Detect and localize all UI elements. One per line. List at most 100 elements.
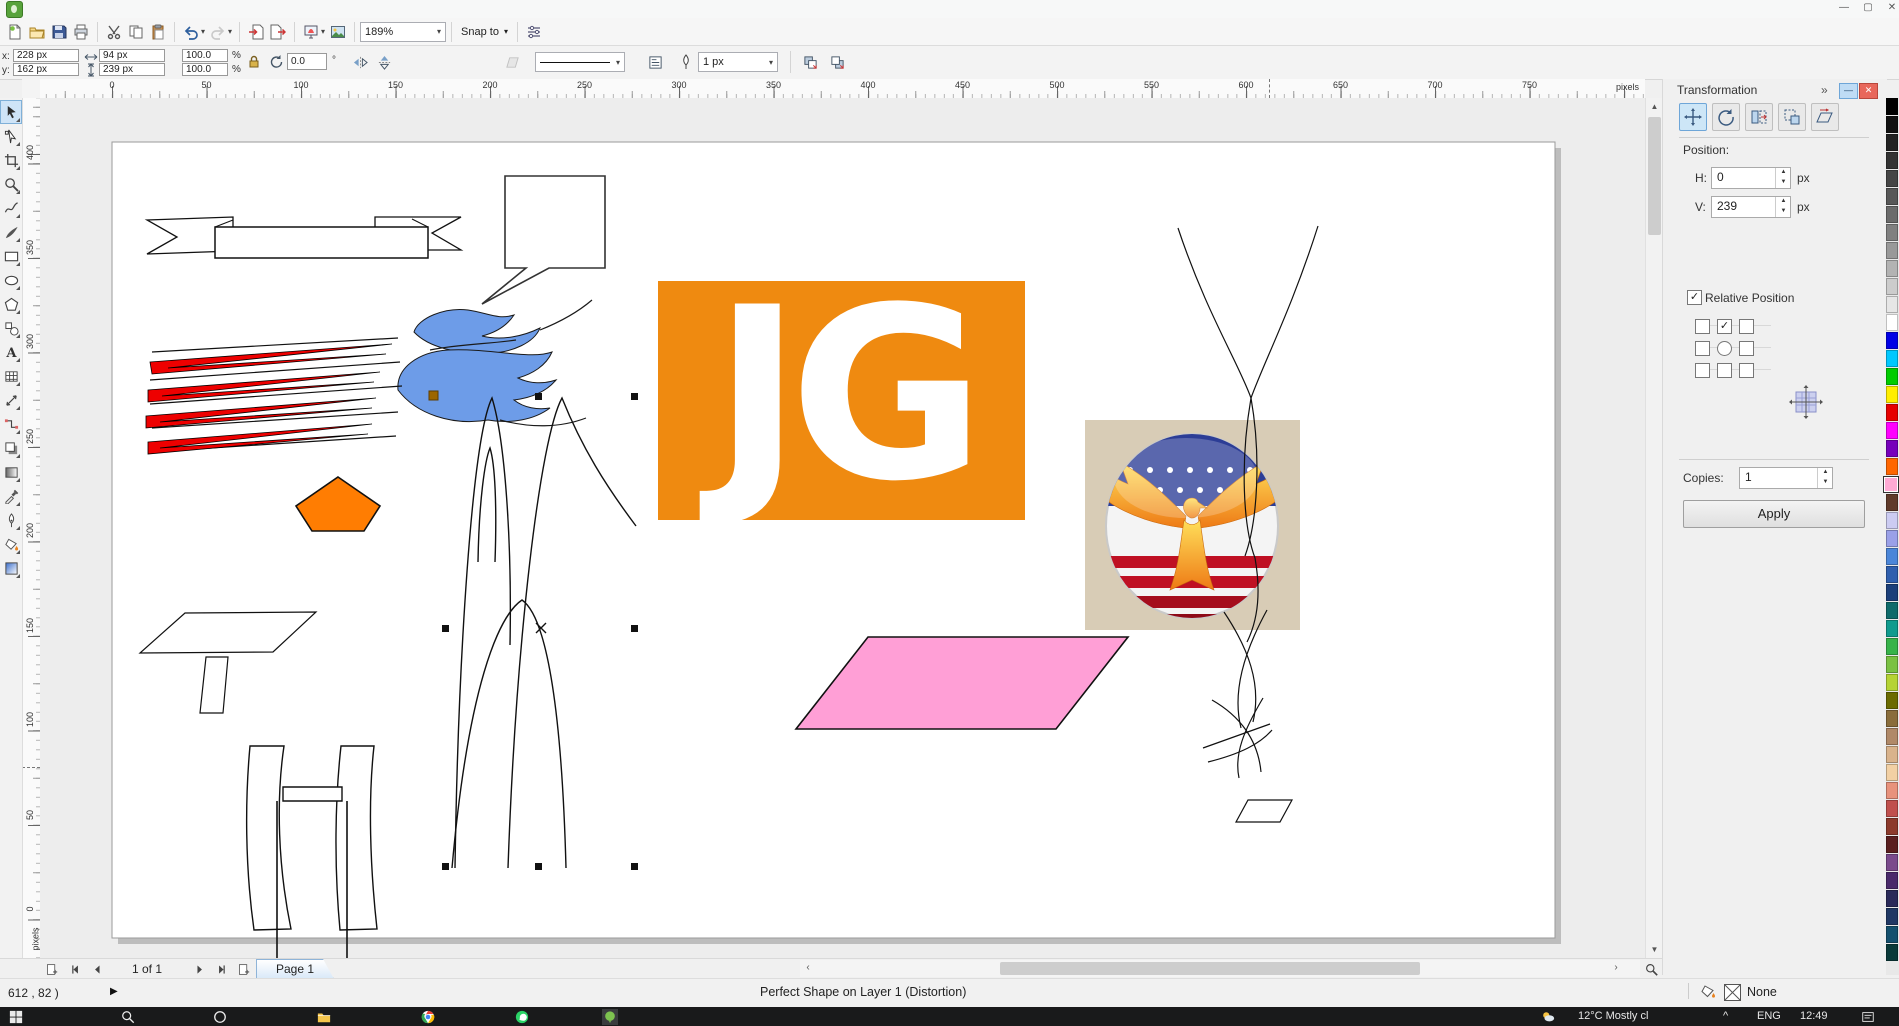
color-swatch-1b3f7a[interactable] xyxy=(1886,584,1898,601)
color-swatch-4a2a6b[interactable] xyxy=(1886,872,1898,889)
toolbox-tool-text[interactable]: A xyxy=(0,340,22,364)
toolbox-tool-outline-pen[interactable] xyxy=(0,508,22,532)
color-swatch-454545[interactable] xyxy=(1886,170,1898,187)
color-swatch-575757[interactable] xyxy=(1886,188,1898,205)
color-swatch-ff6600[interactable] xyxy=(1886,458,1898,475)
close-button[interactable]: ✕ xyxy=(1881,0,1899,16)
vertical-scroll-thumb[interactable] xyxy=(1648,117,1661,235)
distortion-node[interactable] xyxy=(429,391,438,400)
anchor-bottom-center-checkbox[interactable] xyxy=(1717,363,1732,378)
color-swatch-00cc00[interactable] xyxy=(1886,368,1898,385)
color-swatch-0000e6[interactable] xyxy=(1886,332,1898,349)
last-page-button[interactable] xyxy=(212,961,230,977)
color-swatch-ffffff[interactable] xyxy=(1886,314,1898,331)
color-swatch-808080[interactable] xyxy=(1886,224,1898,241)
color-swatch-8c3a2b[interactable] xyxy=(1886,818,1898,835)
color-swatch-999999[interactable] xyxy=(1886,242,1898,259)
outline-width-combo[interactable]: 1 px ▾ xyxy=(698,52,778,72)
scroll-right-icon[interactable]: › xyxy=(1608,960,1624,977)
color-swatch-c0504d[interactable] xyxy=(1886,800,1898,817)
maximize-button[interactable]: ▢ xyxy=(1857,0,1879,16)
color-swatch-2f5fae[interactable] xyxy=(1886,566,1898,583)
next-page-button[interactable] xyxy=(190,961,208,977)
color-swatch-e6e6e6[interactable] xyxy=(1886,296,1898,313)
color-swatch-0e6b6b[interactable] xyxy=(1886,602,1898,619)
color-swatch-7ac143[interactable] xyxy=(1886,656,1898,673)
color-swatch-ffee00[interactable] xyxy=(1886,386,1898,403)
open-folder-button[interactable] xyxy=(26,21,48,43)
redo-button[interactable] xyxy=(207,21,229,43)
color-swatch-111111[interactable] xyxy=(1886,116,1898,133)
rotation-angle-field[interactable]: 0.0 xyxy=(287,53,327,70)
color-swatch-f2d0a4[interactable] xyxy=(1886,764,1898,781)
color-swatch-5f3a2a[interactable] xyxy=(1886,494,1898,511)
transform-position-button[interactable] xyxy=(1679,103,1707,131)
to-front-of-layer-button[interactable] xyxy=(827,52,847,72)
mirror-horizontal-button[interactable] xyxy=(350,52,370,72)
lock-ratio-icon[interactable] xyxy=(246,54,262,70)
toolbox-tool-fill[interactable] xyxy=(0,532,22,556)
snap-to-dropdown[interactable]: Snap to ▾ xyxy=(457,26,512,38)
horizontal-scrollbar[interactable]: ‹ › xyxy=(800,960,1640,977)
whatsapp-icon[interactable] xyxy=(514,1009,530,1025)
color-swatch-6b6b00[interactable] xyxy=(1886,692,1898,709)
horizontal-ruler[interactable]: pixels 050100150200250300350400450500550… xyxy=(40,79,1645,99)
app-launcher-dropdown[interactable]: ▾ xyxy=(321,27,325,36)
color-swatch-e60000[interactable] xyxy=(1886,404,1898,421)
color-swatch-ffaad4[interactable] xyxy=(1883,476,1899,493)
toolbox-tool-zoom[interactable] xyxy=(0,172,22,196)
jg-logo[interactable]: JG xyxy=(658,257,1025,534)
undo-button[interactable] xyxy=(180,21,202,43)
color-swatch-0f9b8e[interactable] xyxy=(1886,620,1898,637)
language-indicator[interactable]: ENG xyxy=(1757,1010,1781,1022)
color-swatch-d9b38c[interactable] xyxy=(1886,746,1898,763)
cut-button[interactable] xyxy=(103,21,125,43)
anchor-center-radio[interactable] xyxy=(1717,341,1732,356)
color-swatch-8a6d3b[interactable] xyxy=(1886,710,1898,727)
x-position-field[interactable]: 228 px xyxy=(13,49,79,62)
color-swatch-5a1f1f[interactable] xyxy=(1886,836,1898,853)
scroll-up-icon[interactable]: ▲ xyxy=(1646,98,1663,115)
color-swatch-e8927c[interactable] xyxy=(1886,782,1898,799)
app-launcher-button[interactable] xyxy=(300,21,322,43)
toolbox-tool-polygon[interactable] xyxy=(0,292,22,316)
file-explorer-icon[interactable] xyxy=(316,1009,332,1025)
transform-scale-mirror-button[interactable] xyxy=(1745,103,1773,131)
toolbox-tool-connector[interactable] xyxy=(0,412,22,436)
color-swatch-7a4a8c[interactable] xyxy=(1886,854,1898,871)
object-height-field[interactable]: 239 px xyxy=(99,63,165,76)
docker-close-button[interactable]: ✕ xyxy=(1859,83,1878,99)
toolbox-tool-artistic-media[interactable] xyxy=(0,220,22,244)
cortana-icon[interactable] xyxy=(212,1009,228,1025)
toolbox-tool-dimension[interactable] xyxy=(0,388,22,412)
toolbox-tool-transparency[interactable] xyxy=(0,460,22,484)
tray-chevron[interactable]: ^ xyxy=(1723,1010,1728,1022)
options-button[interactable] xyxy=(523,21,545,43)
undo-dropdown[interactable]: ▾ xyxy=(201,27,205,36)
horizontal-scroll-thumb[interactable] xyxy=(1000,962,1420,975)
clock[interactable]: 12:49 xyxy=(1800,1010,1828,1022)
color-swatch-ccccf2[interactable] xyxy=(1886,512,1898,529)
anchor-top-center-checkbox[interactable]: ✓ xyxy=(1717,319,1732,334)
transform-size-button[interactable] xyxy=(1778,103,1806,131)
add-page-button[interactable] xyxy=(42,961,60,977)
color-swatch-7700bb[interactable] xyxy=(1886,440,1898,457)
scroll-left-icon[interactable]: ‹ xyxy=(800,960,816,977)
toolbox-tool-freehand[interactable] xyxy=(0,196,22,220)
anchor-top-right-checkbox[interactable] xyxy=(1739,319,1754,334)
scroll-down-icon[interactable]: ▼ xyxy=(1646,941,1663,958)
scale-y-field[interactable]: 100.0 xyxy=(182,63,228,76)
page-tab[interactable]: Page 1 xyxy=(256,959,334,979)
minimize-button[interactable]: — xyxy=(1833,0,1855,16)
object-width-field[interactable]: 94 px xyxy=(99,49,165,62)
distort-button[interactable] xyxy=(502,52,522,72)
toolbox-tool-basic-shapes[interactable] xyxy=(0,316,22,340)
outline-style-combo[interactable]: ▾ xyxy=(535,52,625,72)
color-swatch-14506e[interactable] xyxy=(1886,926,1898,943)
toolbox-tool-crop[interactable] xyxy=(0,148,22,172)
color-swatch-9aa0e8[interactable] xyxy=(1886,530,1898,547)
transform-skew-button[interactable] xyxy=(1811,103,1839,131)
toolbox-tool-table[interactable] xyxy=(0,364,22,388)
vertical-ruler[interactable]: pixels 400350300250200150100500 xyxy=(22,98,41,958)
paste-button[interactable] xyxy=(147,21,169,43)
